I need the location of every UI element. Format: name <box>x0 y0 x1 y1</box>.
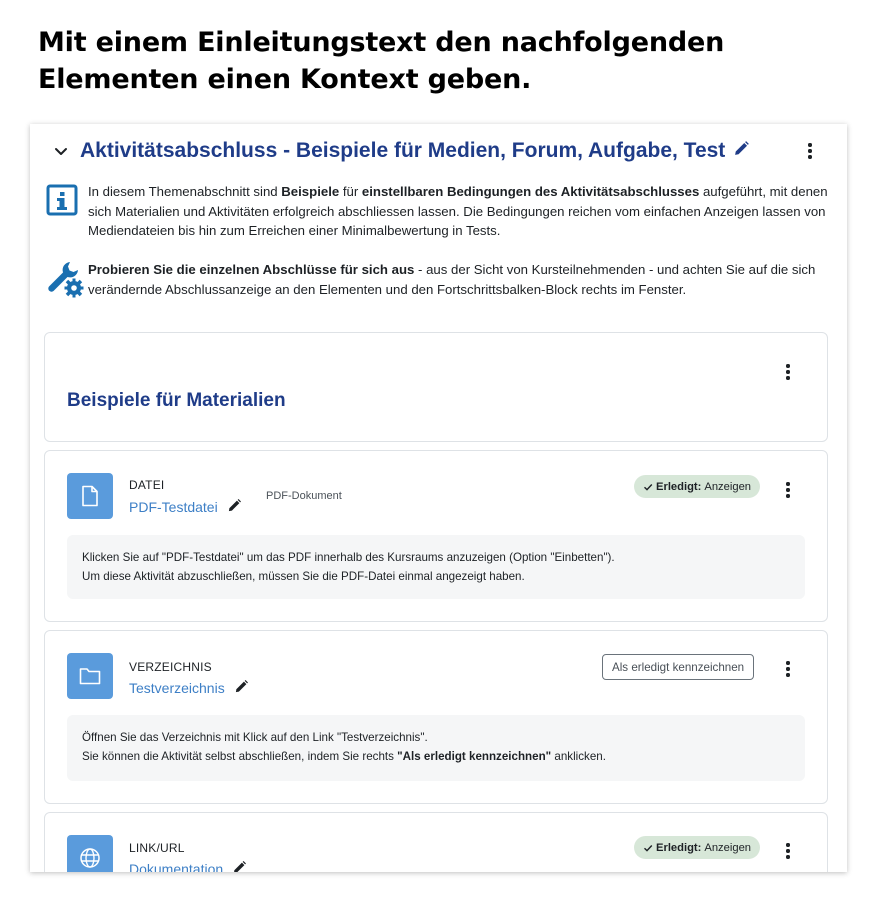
heading-line-1: Mit einem Einleitungstext den nachfolgen… <box>38 27 725 58</box>
course-section-panel: Aktivitätsabschluss - Beispiele für Medi… <box>30 124 847 872</box>
activity-link-testverzeichnis[interactable]: Testverzeichnis <box>129 679 249 697</box>
edit-pencil-icon[interactable] <box>232 860 247 872</box>
activity-meta: PDF-Dokument <box>266 490 342 502</box>
completion-value: Anzeigen <box>704 841 752 854</box>
activity-card-file: DATEI PDF-Testdatei PDF-Dokument Erledig… <box>44 450 828 622</box>
info-icon <box>46 182 88 241</box>
intro-paragraph-1: In diesem Themenabschnitt sind Beispiele… <box>46 182 836 241</box>
wrench-gear-icon <box>46 260 88 304</box>
description-line-1: Öffnen Sie das Verzeichnis mit Klick auf… <box>82 731 428 744</box>
completion-label: Erledigt: <box>656 480 702 493</box>
mark-as-done-button[interactable]: Als erledigt kennzeichnen <box>602 654 755 680</box>
activity-menu-kebab-icon[interactable] <box>778 480 798 500</box>
activity-card-folder: VERZEICHNIS Testverzeichnis Als erledigt… <box>44 630 828 804</box>
intro1-bold-a: Beispiele <box>281 184 340 199</box>
activity-description: Öffnen Sie das Verzeichnis mit Klick auf… <box>67 715 805 781</box>
intro1-bold-b: einstellbaren Bedingungen des Aktivitäts… <box>361 184 700 199</box>
subsection-card: Beispiele für Materialien <box>44 332 828 442</box>
section-menu-kebab-icon[interactable] <box>800 141 820 161</box>
edit-pencil-icon[interactable] <box>733 140 750 162</box>
intro2-bold: Probieren Sie die einzelnen Abschlüsse f… <box>88 262 415 277</box>
description-text: anklicken. <box>551 750 606 763</box>
activity-type-label: DATEI <box>129 478 165 492</box>
description-line-1: Klicken Sie auf "PDF-Testdatei" um das P… <box>82 551 615 564</box>
subsection-title: Beispiele für Materialien <box>67 390 286 411</box>
activity-menu-kebab-icon[interactable] <box>778 659 798 679</box>
intro1-text-b: für <box>339 184 362 199</box>
edit-pencil-icon[interactable] <box>234 679 249 697</box>
activity-name[interactable]: Dokumentation <box>129 861 223 872</box>
completion-value: Anzeigen <box>704 480 752 493</box>
activity-link-pdf-testdatei[interactable]: PDF-Testdatei <box>129 498 242 516</box>
check-icon <box>644 483 653 491</box>
activity-name[interactable]: PDF-Testdatei <box>129 499 218 515</box>
folder-icon[interactable] <box>67 653 113 699</box>
chevron-down-icon[interactable] <box>52 142 70 160</box>
activity-type-label: VERZEICHNIS <box>129 660 212 674</box>
globe-icon[interactable] <box>67 835 113 872</box>
edit-pencil-icon[interactable] <box>227 498 242 516</box>
activity-name[interactable]: Testverzeichnis <box>129 680 225 696</box>
section-title[interactable]: Aktivitätsabschluss - Beispiele für Medi… <box>80 139 725 163</box>
completion-badge: Erledigt: Anzeigen <box>634 836 761 859</box>
activity-link-dokumentation[interactable]: Dokumentation <box>129 860 247 872</box>
activity-card-url: LINK/URL Dokumentation Erledigt: Anzeige… <box>44 812 828 872</box>
intro1-text-a: In diesem Themenabschnitt sind <box>88 184 282 199</box>
completion-label: Erledigt: <box>656 841 702 854</box>
description-text: Sie können die Aktivität selbst abschlie… <box>82 750 398 763</box>
check-icon <box>644 844 653 852</box>
page-heading: Mit einem Einleitungstext den nachfolgen… <box>38 24 858 98</box>
description-line-2: Sie können die Aktivität selbst abschlie… <box>82 747 790 766</box>
activity-description: Klicken Sie auf "PDF-Testdatei" um das P… <box>67 535 805 599</box>
activity-menu-kebab-icon[interactable] <box>778 841 798 861</box>
activity-type-label: LINK/URL <box>129 841 185 855</box>
description-bold: "Als erledigt kennzeichnen" <box>397 750 552 763</box>
section-header: Aktivitätsabschluss - Beispiele für Medi… <box>52 136 832 166</box>
subsection-menu-kebab-icon[interactable] <box>778 362 798 382</box>
description-line-2: Um diese Aktivität abzuschließen, müssen… <box>82 570 525 583</box>
completion-badge: Erledigt: Anzeigen <box>634 475 761 498</box>
heading-line-2: Elementen einen Kontext geben. <box>38 64 532 95</box>
intro-paragraph-2: Probieren Sie die einzelnen Abschlüsse f… <box>46 260 836 304</box>
file-icon[interactable] <box>67 473 113 519</box>
